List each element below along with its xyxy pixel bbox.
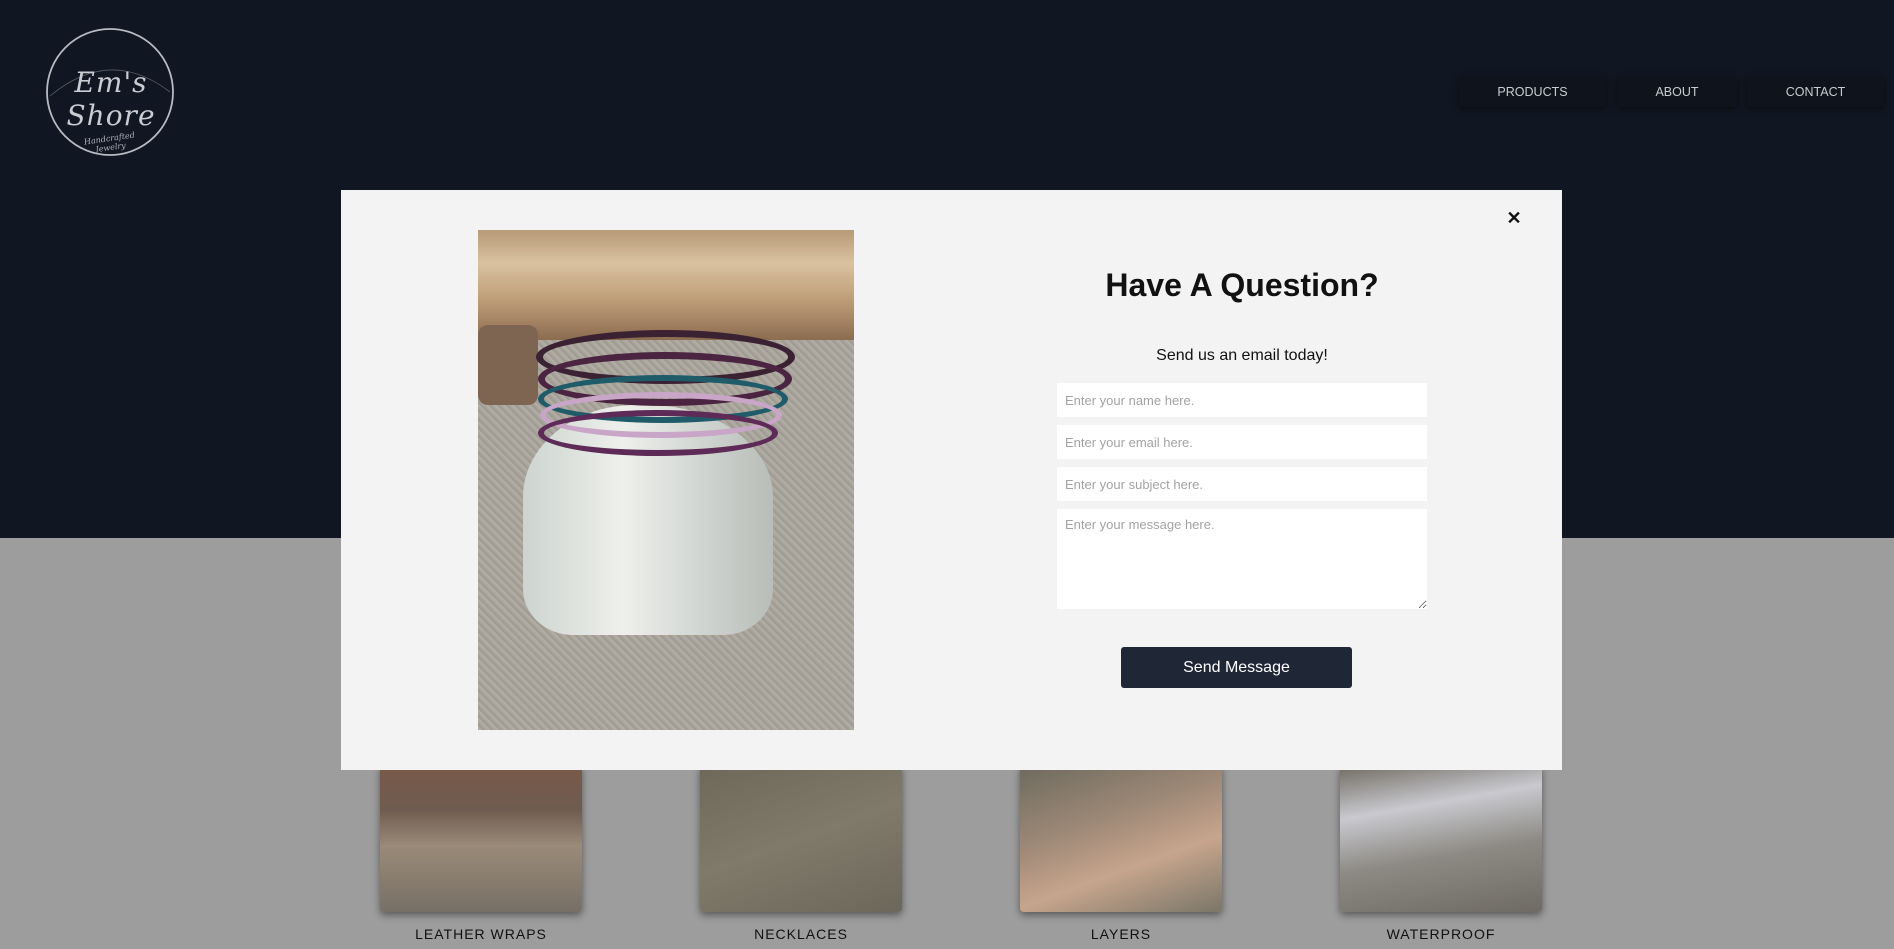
bracelet-band: [538, 410, 778, 456]
bracelet-photo: [478, 230, 854, 730]
email-input[interactable]: [1057, 425, 1427, 459]
contact-modal: ✕ Have A Question? Send us an email toda…: [341, 190, 1562, 770]
modal-subtitle: Send us an email today!: [1156, 347, 1328, 364]
close-icon[interactable]: ✕: [1502, 206, 1526, 230]
contact-form: Have A Question? Send us an email today!…: [1057, 190, 1427, 770]
subject-input[interactable]: [1057, 467, 1427, 501]
rock: [478, 325, 538, 405]
driftwood: [478, 230, 854, 340]
send-message-button[interactable]: Send Message: [1121, 647, 1352, 688]
message-textarea[interactable]: [1057, 509, 1427, 609]
modal-title: Have A Question?: [1105, 267, 1379, 303]
name-input[interactable]: [1057, 383, 1427, 417]
